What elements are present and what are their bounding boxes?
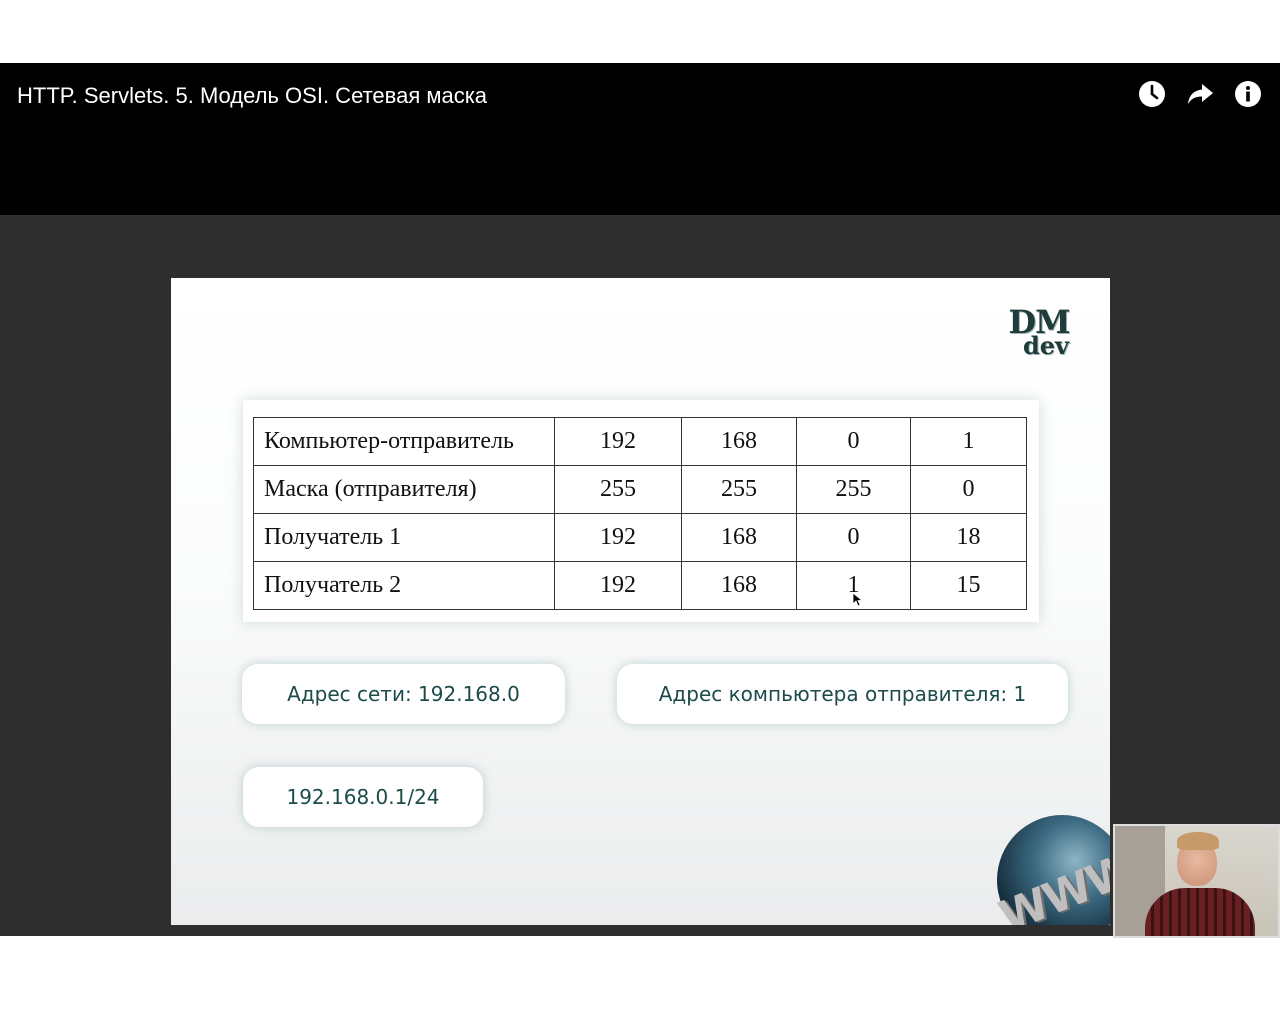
video-title[interactable]: HTTP. Servlets. 5. Модель OSI. Сетевая м…	[17, 83, 487, 109]
table-row: Получатель 2 192 168 1 15	[253, 561, 1027, 610]
ip-address-table: Компьютер-отправитель 192 168 0 1 Маска (отпр…	[253, 417, 1027, 610]
octet-cell: 168	[681, 417, 797, 466]
octet-cell: 15	[910, 561, 1027, 610]
mouse-cursor-icon	[853, 593, 863, 607]
share-icon[interactable]	[1186, 80, 1214, 108]
octet-cell: 1	[910, 417, 1027, 466]
video-frame[interactable]: DM dev Компьютер-отправитель 192 168 0 1 Маск…	[0, 215, 1280, 938]
octet-cell: 255	[554, 465, 682, 514]
row-label: Получатель 1	[253, 513, 555, 562]
video-player[interactable]: HTTP. Servlets. 5. Модель OSI. Сетевая м…	[0, 63, 1280, 938]
octet-cell: 255	[681, 465, 797, 514]
presenter-body	[1145, 888, 1255, 936]
octet-cell: 0	[910, 465, 1027, 514]
table-row: Маска (отправителя) 255 255 255 0	[253, 465, 1027, 514]
cidr-badge: 192.168.0.1/24	[243, 767, 483, 827]
presenter-hair	[1177, 832, 1219, 850]
octet-cell: 168	[681, 561, 797, 610]
network-address-text: Адрес сети: 192.168.0	[287, 682, 520, 706]
host-address-text: Адрес компьютера отправителя: 1	[658, 682, 1027, 706]
network-address-badge: Адрес сети: 192.168.0	[242, 664, 565, 724]
octet-cell: 168	[681, 513, 797, 562]
watch-later-icon[interactable]	[1138, 80, 1166, 108]
octet-cell: 0	[796, 513, 911, 562]
octet-cell: 192	[554, 561, 682, 610]
presenter-webcam	[1113, 824, 1280, 938]
player-top-actions	[1138, 80, 1262, 108]
octet-cell: 192	[554, 513, 682, 562]
table-row: Получатель 1 192 168 0 18	[253, 513, 1027, 562]
row-label: Компьютер-отправитель	[253, 417, 555, 466]
host-address-badge: Адрес компьютера отправителя: 1	[617, 664, 1068, 724]
table-row: Компьютер-отправитель 192 168 0 1	[253, 417, 1027, 466]
player-top-bar: HTTP. Servlets. 5. Модель OSI. Сетевая м…	[0, 63, 1280, 215]
info-icon[interactable]	[1234, 80, 1262, 108]
octet-cell: 255	[796, 465, 911, 514]
octet-cell: 0	[796, 417, 911, 466]
ip-table-card: Компьютер-отправитель 192 168 0 1 Маска (отпр…	[243, 400, 1039, 622]
presentation-slide: DM dev Компьютер-отправитель 192 168 0 1 Маск…	[171, 278, 1110, 925]
octet-cell: 192	[554, 417, 682, 466]
cidr-text: 192.168.0.1/24	[286, 785, 440, 809]
row-label: Маска (отправителя)	[253, 465, 555, 514]
dmdev-logo: DM dev	[996, 306, 1082, 358]
octet-cell: 18	[910, 513, 1027, 562]
row-label: Получатель 2	[253, 561, 555, 610]
